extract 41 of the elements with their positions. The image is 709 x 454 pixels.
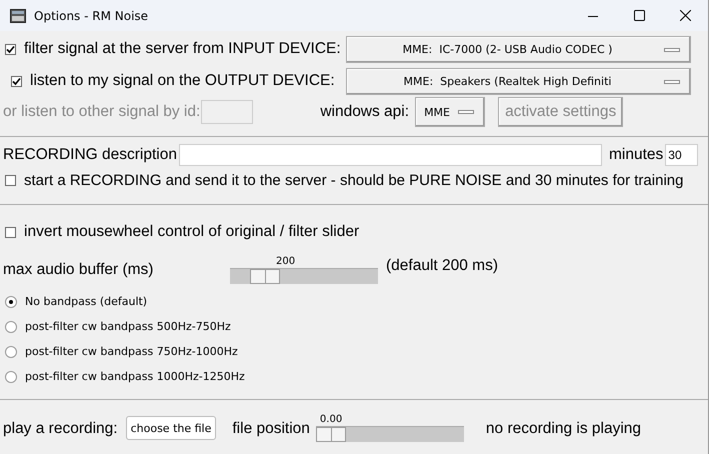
bandpass-option: post-filter cw bandpass 500Hz-750Hz	[25, 320, 231, 333]
checkbox[interactable]	[5, 226, 16, 238]
play-recording-label: play a recording:	[3, 420, 118, 438]
minutes-label: minutes	[609, 146, 664, 164]
slider-value: 200	[276, 256, 296, 267]
recording-description-label: RECORDING description	[3, 146, 177, 164]
slider-track[interactable]	[230, 268, 378, 284]
start-recording-label: start a RECORDING and send it to the server - should be PURE NOISE and 30 minutes for training	[24, 172, 684, 188]
maximize-icon[interactable]	[634, 10, 644, 21]
checkbox[interactable]	[5, 44, 16, 54]
invert-mousewheel-label: invert mousewheel control of original / filter slider	[24, 223, 360, 241]
radio-button[interactable]	[5, 296, 17, 308]
radio-button[interactable]	[5, 370, 17, 382]
bandpass-option: post-filter cw bandpass 750Hz-1000Hz	[25, 345, 238, 358]
checkbox[interactable]	[11, 76, 22, 86]
device-dropdown[interactable]: MME: Speakers (Realtek High Definiti	[346, 68, 691, 94]
playback-status: no recording is playing	[486, 420, 642, 438]
windows-api-label: windows api:	[320, 103, 410, 121]
slider-track[interactable]	[316, 426, 464, 442]
radio-icon	[10, 8, 26, 24]
bandpass-option: post-filter cw bandpass 1000Hz-1250Hz	[25, 370, 245, 383]
choose-file-button[interactable]: choose the file	[126, 416, 216, 440]
default-note: (default 200 ms)	[386, 257, 498, 275]
radio-button[interactable]	[5, 320, 17, 332]
device-label: listen to my signal on the OUTPUT DEVICE:	[30, 72, 335, 90]
audio-buffer-label: max audio buffer (ms)	[3, 261, 154, 279]
api-dropdown[interactable]: MME	[415, 97, 486, 127]
recording-description-field[interactable]	[179, 144, 602, 166]
close-icon[interactable]	[680, 10, 690, 21]
file-position-label: file position	[232, 420, 310, 438]
slider-thumb[interactable]	[316, 427, 346, 442]
device-label: filter signal at the server from INPUT DEVICE:	[24, 40, 341, 58]
radio-button[interactable]	[5, 346, 17, 358]
slider-thumb[interactable]	[250, 269, 280, 284]
signal-id-label: or listen to other signal by id:	[3, 103, 200, 121]
slider-value: 0.00	[320, 414, 342, 425]
device-dropdown[interactable]: MME: IC-7000 (2- USB Audio CODEC )	[346, 36, 691, 62]
checkbox[interactable]	[5, 174, 16, 186]
minutes-field[interactable]: 30	[665, 144, 698, 166]
bandpass-option: No bandpass (default)	[25, 295, 148, 308]
window-title: Options - RM Noise	[34, 8, 150, 22]
